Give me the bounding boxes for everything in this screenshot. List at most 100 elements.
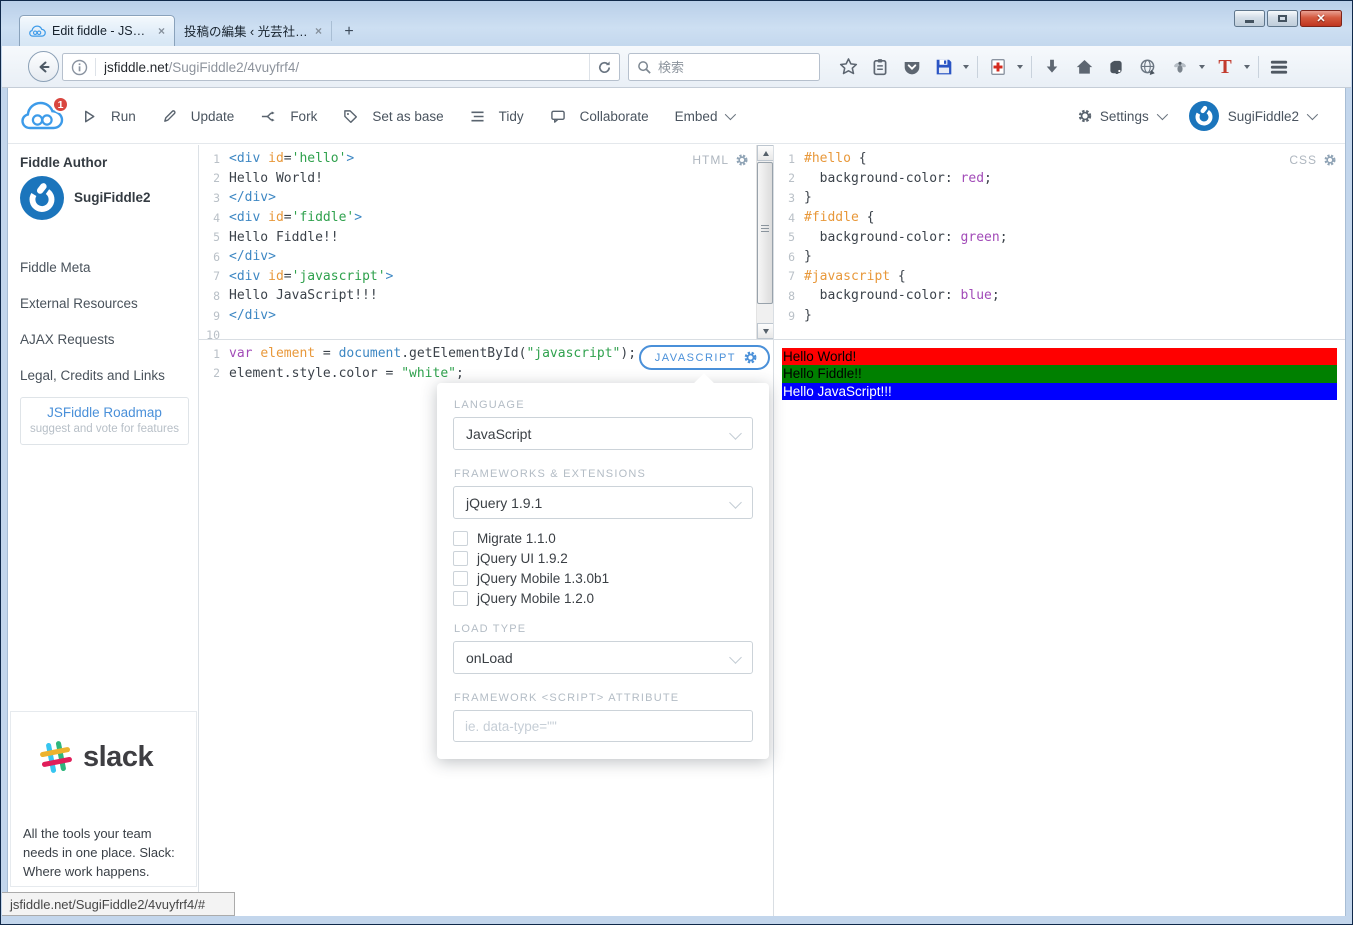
checkbox-unchecked[interactable]: [453, 550, 468, 566]
sidebar-item-legal-credits-and-links[interactable]: Legal, Credits and Links: [20, 357, 190, 393]
code-line[interactable]: 9 </div>: [199, 306, 773, 326]
framework-select[interactable]: jQuery 1.9.1: [453, 486, 753, 519]
bookmark-star-icon[interactable]: [835, 54, 861, 80]
extension-option-jquery-mobile-1-2-0[interactable]: jQuery Mobile 1.2.0: [453, 588, 757, 608]
close-button[interactable]: ✕: [1300, 10, 1342, 27]
code-line[interactable]: 7 <div id='javascript'>: [199, 267, 773, 287]
web-editor-icon[interactable]: [1135, 54, 1161, 80]
tab-close-icon[interactable]: ×: [158, 24, 165, 38]
sidebar-item-fiddle-meta[interactable]: Fiddle Meta: [20, 249, 190, 285]
user-menu[interactable]: SugiFiddle2: [1188, 101, 1319, 131]
search-input[interactable]: [658, 59, 811, 75]
fly-addon-icon[interactable]: [1167, 54, 1193, 80]
line-number: 3: [788, 190, 795, 205]
code-line[interactable]: 2 background-color: red;: [774, 169, 1345, 189]
chevron-down-icon: [729, 651, 742, 664]
new-tab-button[interactable]: +: [336, 21, 362, 43]
fly-addon-caret-icon[interactable]: [1196, 54, 1207, 80]
code-line[interactable]: 1 <div id='hello'>: [199, 149, 773, 169]
text-tool-icon[interactable]: T: [1212, 54, 1238, 80]
slack-ad[interactable]: slack All the tools your team needs in o…: [10, 711, 197, 887]
css-editor[interactable]: CSS 1 #hello {2 background-color: red; 3} 4…: [774, 145, 1345, 339]
jsfiddle-logo[interactable]: 1: [20, 96, 72, 138]
site-info-icon[interactable]: [71, 59, 88, 76]
html-code[interactable]: 1 <div id='hello'> 2 Hello World! 3 </div> 4 <d…: [199, 145, 773, 339]
roadmap-link[interactable]: JSFiddle Roadmap: [21, 405, 188, 420]
downloads-icon[interactable]: [1039, 54, 1065, 80]
back-button[interactable]: [28, 51, 59, 82]
embed-button[interactable]: Embed: [675, 109, 737, 124]
sidebar-item-ajax-requests[interactable]: AJAX Requests: [20, 321, 190, 357]
add-page-icon[interactable]: [985, 54, 1011, 80]
settings-button[interactable]: Settings: [1077, 108, 1168, 124]
save-session-icon[interactable]: [931, 54, 957, 80]
tab-jsfiddle[interactable]: Edit fiddle - JSFiddle ×: [19, 15, 175, 46]
line-number: 10: [206, 328, 220, 339]
code-line[interactable]: 3}: [774, 188, 1345, 208]
code-line[interactable]: 5 background-color: green;: [774, 227, 1345, 247]
author-name[interactable]: SugiFiddle2: [74, 190, 151, 205]
language-select[interactable]: JavaScript: [453, 417, 753, 450]
collaborate-button[interactable]: Collaborate: [550, 109, 649, 124]
tab-wordpress[interactable]: 投稿の編集 ‹ 光芸社 — Word... ×: [175, 15, 331, 46]
scroll-down-icon[interactable]: [757, 323, 773, 339]
maximize-button[interactable]: [1267, 10, 1298, 27]
extension-option-jquery-ui-1-9-2[interactable]: jQuery UI 1.9.2: [453, 548, 757, 568]
html-editor[interactable]: HTML 1 <div id='hello'> 2 Hello World! 3 </di…: [199, 145, 773, 339]
extension-option-jquery-mobile-1-3-0b1[interactable]: jQuery Mobile 1.3.0b1: [453, 568, 757, 588]
checkbox-unchecked[interactable]: [453, 590, 468, 606]
update-button[interactable]: Update: [162, 108, 235, 124]
script-attribute-input[interactable]: [453, 710, 753, 742]
code-line[interactable]: 10: [199, 325, 773, 339]
minimize-button[interactable]: [1234, 10, 1265, 27]
pocket-icon[interactable]: [899, 54, 925, 80]
css-code[interactable]: 1 #hello {2 background-color: red; 3} 4 #fid…: [774, 145, 1345, 325]
line-number: 3: [213, 190, 220, 205]
scrollbar-thumb[interactable]: [757, 162, 773, 304]
set-as-base-button[interactable]: Set as base: [343, 109, 444, 124]
menu-icon[interactable]: [1266, 54, 1292, 80]
checkbox-unchecked[interactable]: [453, 530, 468, 546]
code-line[interactable]: 7 #javascript {: [774, 267, 1345, 287]
checkbox-unchecked[interactable]: [453, 570, 468, 586]
run-button[interactable]: Run: [82, 109, 136, 124]
bookmarks-clipboard-icon[interactable]: [867, 54, 893, 80]
toolbar-separator: [1031, 55, 1032, 78]
home-icon[interactable]: [1071, 54, 1097, 80]
evernote-icon[interactable]: [1103, 54, 1129, 80]
load-type-select[interactable]: onLoad: [453, 641, 753, 674]
author-avatar[interactable]: [20, 176, 64, 220]
code-line[interactable]: 8 Hello JavaScript!!!: [199, 286, 773, 306]
fork-button[interactable]: Fork: [260, 109, 317, 124]
reload-button[interactable]: [589, 54, 619, 80]
extension-option-migrate-1-1-0[interactable]: Migrate 1.1.0: [453, 528, 757, 548]
javascript-settings-badge[interactable]: JAVASCRIPT: [638, 345, 770, 370]
scroll-up-icon[interactable]: [757, 145, 773, 161]
code-line[interactable]: 1 #hello {: [774, 149, 1345, 169]
gear-icon[interactable]: [735, 153, 749, 167]
tidy-button[interactable]: Tidy: [470, 109, 524, 124]
code-line[interactable]: 6}: [774, 247, 1345, 267]
code-line[interactable]: 4 #fiddle {: [774, 208, 1345, 228]
code-line[interactable]: 3 </div>: [199, 188, 773, 208]
roadmap-box[interactable]: JSFiddle Roadmap suggest and vote for fe…: [20, 397, 189, 445]
add-page-caret-icon[interactable]: [1014, 54, 1025, 80]
sidebar-item-external-resources[interactable]: External Resources: [20, 285, 190, 321]
gear-icon[interactable]: [743, 350, 758, 365]
code-line[interactable]: 9}: [774, 306, 1345, 326]
search-box[interactable]: [628, 53, 820, 81]
scrollbar[interactable]: [756, 145, 773, 339]
code-line[interactable]: 5 Hello Fiddle!!: [199, 227, 773, 247]
line-number: 1: [788, 151, 795, 166]
code-line[interactable]: 2 Hello World!: [199, 169, 773, 189]
gear-icon[interactable]: [1323, 153, 1337, 167]
tab-close-icon[interactable]: ×: [315, 24, 322, 38]
code-line[interactable]: 6 </div>: [199, 247, 773, 267]
line-number: 2: [213, 171, 220, 186]
save-session-caret-icon[interactable]: [960, 54, 971, 80]
url-bar[interactable]: jsfiddle.net/SugiFiddle2/4vuyfrf4/: [62, 53, 620, 81]
code-line[interactable]: 4 <div id='fiddle'>: [199, 208, 773, 228]
action-label: Update: [190, 108, 235, 124]
code-line[interactable]: 8 background-color: blue;: [774, 286, 1345, 306]
text-tool-caret-icon[interactable]: [1241, 54, 1252, 80]
